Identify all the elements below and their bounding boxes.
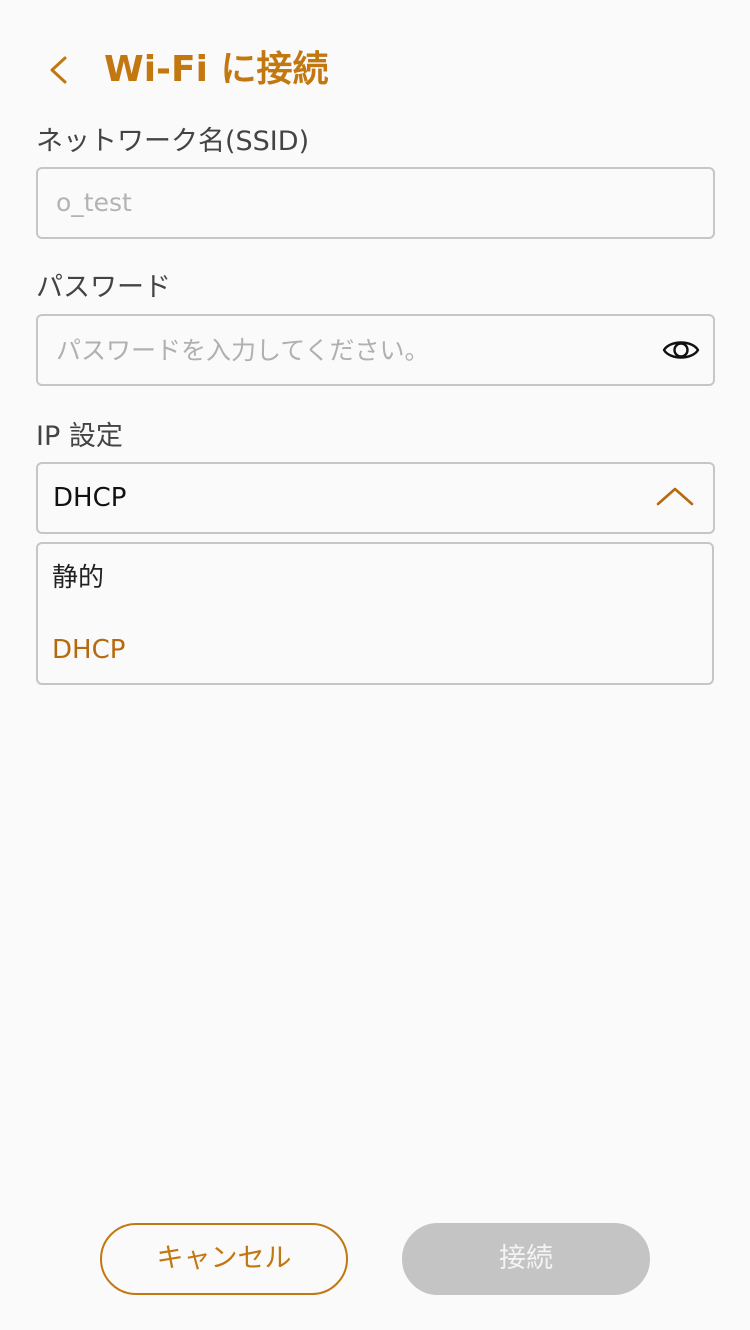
cancel-button[interactable]: キャンセル — [100, 1223, 348, 1295]
ip-settings-dropdown: 静的 DHCP — [36, 542, 714, 685]
ssid-value: o_test — [56, 188, 132, 217]
header: Wi-Fi に接続 — [0, 40, 750, 100]
dropdown-option-static[interactable]: 静的 — [52, 560, 104, 596]
chevron-left-icon — [50, 56, 67, 84]
ip-settings-select[interactable]: DHCP — [36, 462, 715, 534]
eye-icon — [662, 341, 700, 359]
dropdown-option-dhcp[interactable]: DHCP — [52, 632, 125, 668]
back-button[interactable] — [40, 48, 84, 92]
connect-button[interactable]: 接続 — [402, 1223, 650, 1295]
password-field-container — [36, 314, 715, 386]
ssid-label: ネットワーク名(SSID) — [36, 126, 310, 157]
ip-settings-label: IP 設定 — [36, 421, 123, 452]
page-title: Wi-Fi に接続 — [104, 49, 329, 90]
password-input[interactable] — [56, 316, 656, 384]
ssid-field[interactable]: o_test — [36, 167, 715, 239]
password-visibility-toggle[interactable] — [661, 330, 701, 370]
password-label: パスワード — [36, 272, 171, 303]
chevron-up-icon — [656, 487, 694, 506]
ip-settings-selected-value: DHCP — [53, 483, 127, 513]
